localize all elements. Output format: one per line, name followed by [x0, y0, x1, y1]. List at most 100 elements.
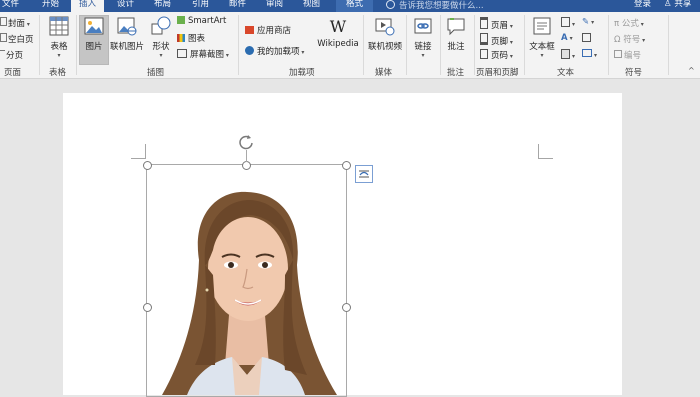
tab-references[interactable]: 引用: [192, 0, 209, 12]
wordart-button[interactable]: A ▾: [561, 33, 573, 43]
smartart-button[interactable]: SmartArt: [177, 16, 226, 26]
footer-button[interactable]: 页脚 ▾: [480, 33, 513, 47]
tab-file[interactable]: 文件: [2, 0, 19, 12]
cover-page-button[interactable]: 封面 ▾: [0, 17, 30, 29]
tab-review[interactable]: 审阅: [266, 0, 283, 12]
picture-button[interactable]: 图片: [80, 16, 108, 52]
comment-label: 批注: [447, 42, 465, 52]
selection-frame: [146, 164, 347, 397]
quick-parts-button[interactable]: ▾: [561, 17, 575, 29]
tab-design[interactable]: 设计: [117, 0, 134, 12]
shapes-label: 形状: [152, 42, 170, 52]
object-icon: [582, 49, 592, 57]
margin-corner-top-right: [538, 144, 553, 159]
equation-button[interactable]: π 公式 ▾: [614, 17, 644, 29]
cover-page-icon: [0, 17, 7, 26]
quick-parts-icon: [561, 17, 570, 27]
tab-format[interactable]: 格式: [336, 0, 374, 12]
tab-mailings[interactable]: 邮件: [229, 0, 246, 12]
resize-handle-top[interactable]: [242, 161, 251, 170]
tab-view[interactable]: 视图: [303, 0, 320, 12]
chart-label: 图表: [188, 34, 206, 44]
tab-home[interactable]: 开始: [42, 0, 59, 12]
textbox-label: 文本框: [529, 42, 555, 52]
blank-page-button[interactable]: 空白页: [0, 33, 34, 45]
group-divider: [668, 15, 669, 75]
resize-handle-top-right[interactable]: [342, 161, 351, 170]
online-video-button[interactable]: 联机视频: [366, 16, 404, 52]
wikipedia-button[interactable]: W Wikipedia: [316, 18, 360, 50]
picture-icon: [84, 17, 104, 35]
group-divider: [363, 15, 364, 75]
page-number-label: 页码: [491, 51, 509, 61]
table-button[interactable]: 表格 ▾: [44, 16, 74, 59]
share-label: 共享: [674, 0, 692, 9]
blank-page-icon: [0, 33, 7, 42]
group-divider: [608, 15, 609, 75]
page-break-label: 分页: [6, 51, 24, 61]
page-number-icon: [480, 49, 488, 59]
collapse-ribbon-icon[interactable]: ^: [688, 66, 695, 75]
pi-icon: π: [614, 19, 622, 29]
resize-handle-top-left[interactable]: [143, 161, 152, 170]
footer-label: 页脚: [491, 37, 509, 47]
page-break-button[interactable]: 分页: [0, 49, 23, 61]
page-number-button[interactable]: 页码 ▾: [480, 49, 513, 61]
comment-button[interactable]: 批注: [443, 16, 469, 52]
date-time-button[interactable]: [582, 33, 593, 44]
group-media-label: 媒体: [375, 68, 393, 78]
screenshot-label: 屏幕截图: [190, 50, 225, 60]
textbox-button[interactable]: 文本框 ▾: [527, 16, 557, 59]
blank-page-label: 空白页: [8, 35, 34, 45]
group-divider: [440, 15, 441, 75]
chart-button[interactable]: 图表: [177, 32, 205, 44]
ribbon: 封面 ▾ 空白页 分页 页面 表格 ▾ 表格 图片 联机图片 形状 ▾ Smar…: [0, 12, 700, 79]
signature-line-button[interactable]: ✎ ▾: [582, 17, 594, 27]
tell-me-search[interactable]: 告诉我您想要做什么...: [386, 0, 484, 12]
tab-insert[interactable]: 插入: [71, 0, 105, 12]
resize-handle-left[interactable]: [143, 303, 152, 312]
store-label: 应用商店: [257, 26, 292, 36]
my-addins-icon: [245, 46, 254, 55]
group-divider: [238, 15, 239, 75]
group-divider: [406, 15, 407, 75]
tab-layout[interactable]: 布局: [154, 0, 171, 12]
group-symbols-label: 符号: [625, 68, 643, 78]
layout-options-button[interactable]: [355, 165, 373, 183]
rotate-handle-icon[interactable]: [237, 133, 255, 151]
comment-icon: [447, 18, 465, 36]
shapes-button[interactable]: 形状 ▾: [148, 16, 174, 59]
link-label: 链接: [414, 42, 432, 52]
header-label: 页眉: [491, 21, 509, 31]
screenshot-button[interactable]: 屏幕截图 ▾: [177, 48, 229, 60]
group-divider: [524, 15, 525, 75]
number-icon: [614, 50, 622, 58]
object-button[interactable]: ▾: [582, 49, 597, 60]
signature-line-icon: ✎: [582, 17, 590, 27]
link-icon: [414, 18, 432, 34]
number-button[interactable]: 编号: [614, 49, 641, 61]
resize-handle-right[interactable]: [342, 303, 351, 312]
header-button[interactable]: 页眉 ▾: [480, 17, 513, 31]
online-picture-button[interactable]: 联机图片: [109, 16, 145, 52]
login-link[interactable]: 登录: [634, 0, 651, 12]
rotate-handle-stem: [246, 150, 247, 162]
smartart-icon: [177, 16, 185, 24]
link-button[interactable]: 链接 ▾: [409, 16, 437, 59]
share-icon: ♙: [664, 0, 675, 9]
omega-icon: Ω: [614, 35, 624, 45]
symbol-button[interactable]: Ω 符号 ▾: [614, 33, 645, 45]
textbox-icon: [533, 17, 551, 35]
online-picture-label: 联机图片: [109, 42, 144, 52]
drop-cap-button[interactable]: ▾: [561, 49, 575, 61]
table-icon: [49, 16, 69, 36]
share-button[interactable]: ♙ 共享: [664, 0, 691, 12]
screenshot-icon: [177, 49, 187, 58]
cover-page-label: 封面: [8, 19, 26, 29]
drop-cap-icon: [561, 49, 570, 59]
group-text-label: 文本: [557, 68, 575, 78]
wordart-icon: A: [561, 33, 568, 43]
group-divider: [39, 15, 40, 75]
my-addins-button[interactable]: 我的加载项 ▾: [245, 45, 304, 57]
store-button[interactable]: 应用商店: [245, 24, 291, 36]
